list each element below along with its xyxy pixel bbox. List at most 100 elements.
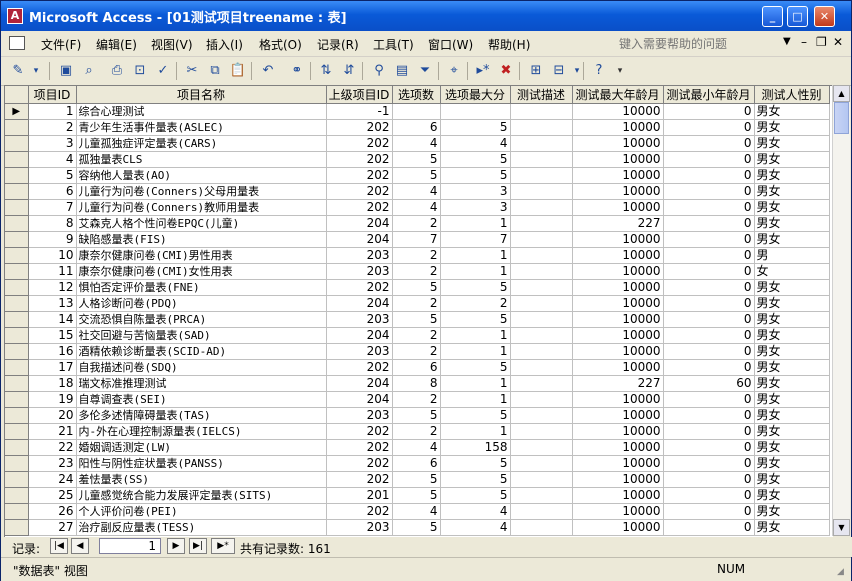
table-cell[interactable]: 202 (326, 423, 393, 440)
table-cell[interactable]: 9 (28, 231, 77, 248)
table-cell[interactable]: 0 (663, 183, 755, 200)
table-cell[interactable]: 男女 (754, 119, 830, 136)
table-cell[interactable]: 25 (28, 487, 77, 504)
table-cell[interactable]: 女 (754, 263, 830, 280)
table-cell[interactable]: 男女 (754, 167, 830, 184)
table-cell[interactable]: 0 (663, 391, 755, 408)
table-cell[interactable] (510, 359, 573, 376)
table-cell[interactable]: 0 (663, 215, 755, 232)
menu-edit[interactable]: 编辑(E) (96, 36, 137, 53)
column-header[interactable]: 测试最大年龄月 (572, 86, 664, 104)
table-cell[interactable]: 21 (28, 423, 77, 440)
row-selector[interactable] (5, 327, 29, 344)
table-cell[interactable]: 1 (440, 375, 511, 392)
table-cell[interactable]: 2 (392, 247, 441, 264)
design-view-icon[interactable]: ✎ (9, 62, 27, 80)
title-bar[interactable]: A Microsoft Access - [01测试项目treename : 表… (1, 1, 851, 31)
minimize-button[interactable]: _ (762, 6, 783, 27)
cut-icon[interactable]: ✂ (183, 62, 201, 80)
table-cell[interactable] (510, 263, 573, 280)
table-cell[interactable] (510, 231, 573, 248)
table-cell[interactable]: 10000 (572, 439, 664, 456)
table-cell[interactable]: 202 (326, 199, 393, 216)
table-cell[interactable]: 203 (326, 247, 393, 264)
file-search-icon[interactable]: ⌕ (80, 62, 98, 80)
new-record-icon[interactable]: ▸* (474, 62, 492, 80)
table-cell[interactable]: 男女 (754, 311, 830, 328)
table-cell[interactable]: 0 (663, 455, 755, 472)
table-cell[interactable]: 1 (440, 343, 511, 360)
table-cell[interactable]: 10000 (572, 311, 664, 328)
table-cell[interactable] (510, 391, 573, 408)
table-cell[interactable] (510, 407, 573, 424)
table-cell[interactable]: 5 (392, 167, 441, 184)
table-cell[interactable]: 202 (326, 503, 393, 520)
table-cell[interactable]: 14 (28, 311, 77, 328)
table-cell[interactable]: 康奈尔健康问卷(CMI)男性用表 (76, 247, 327, 264)
table-row[interactable]: 22 婚姻调适测定(LW) 202 4 158 10000 0 男女 (5, 439, 830, 456)
sort-descending-icon[interactable]: ⇵ (340, 62, 358, 80)
table-cell[interactable]: 10000 (572, 263, 664, 280)
table-row[interactable]: 26 个人评价问卷(PEI) 202 4 4 10000 0 男女 (5, 503, 830, 520)
menu-insert[interactable]: 插入(I) (206, 36, 243, 53)
table-cell[interactable]: 惧怕否定评价量表(FNE) (76, 279, 327, 296)
table-cell[interactable]: 6 (28, 183, 77, 200)
table-cell[interactable]: 6 (392, 455, 441, 472)
table-cell[interactable]: 4 (440, 135, 511, 152)
row-selector[interactable] (5, 487, 29, 504)
row-selector[interactable] (5, 519, 29, 536)
row-selector[interactable] (5, 119, 29, 136)
table-cell[interactable]: 2 (392, 263, 441, 280)
menu-file[interactable]: 文件(F) (41, 36, 81, 53)
help-dropdown-icon[interactable]: ▼ (783, 36, 791, 47)
table-row[interactable]: 17 自我描述问卷(SDQ) 202 6 5 10000 0 男女 (5, 359, 830, 376)
column-header[interactable]: 测试人性别 (754, 86, 830, 104)
column-header[interactable]: 测试最小年龄月 (663, 86, 755, 104)
table-cell[interactable]: 202 (326, 183, 393, 200)
table-cell[interactable]: 0 (663, 487, 755, 504)
table-cell[interactable]: 202 (326, 359, 393, 376)
table-cell[interactable]: 0 (663, 103, 755, 120)
table-cell[interactable]: 4 (392, 135, 441, 152)
table-cell[interactable] (510, 455, 573, 472)
child-minimize-button[interactable]: – (801, 35, 807, 49)
table-cell[interactable]: 男女 (754, 375, 830, 392)
table-cell[interactable]: 5 (440, 471, 511, 488)
table-cell[interactable] (510, 503, 573, 520)
row-selector[interactable] (5, 279, 29, 296)
table-cell[interactable]: 5 (28, 167, 77, 184)
table-cell[interactable]: 0 (663, 247, 755, 264)
table-cell[interactable]: 0 (663, 231, 755, 248)
apply-filter-icon[interactable]: ⏷ (416, 62, 434, 80)
table-cell[interactable]: 7 (392, 231, 441, 248)
table-row[interactable]: 12 惧怕否定评价量表(FNE) 202 5 5 10000 0 男女 (5, 279, 830, 296)
table-cell[interactable]: 201 (326, 487, 393, 504)
table-cell[interactable]: 202 (326, 439, 393, 456)
table-cell[interactable]: 男女 (754, 199, 830, 216)
table-cell[interactable]: 10000 (572, 519, 664, 536)
table-row[interactable]: 20 多伦多述情障碍量表(TAS) 203 5 5 10000 0 男女 (5, 407, 830, 424)
table-cell[interactable]: 2 (392, 327, 441, 344)
table-cell[interactable]: 男女 (754, 231, 830, 248)
table-cell[interactable]: 202 (326, 279, 393, 296)
table-cell[interactable]: 5 (440, 151, 511, 168)
table-cell[interactable] (510, 199, 573, 216)
table-cell[interactable]: 8 (28, 215, 77, 232)
table-cell[interactable]: 0 (663, 327, 755, 344)
filter-by-selection-icon[interactable]: ⚲ (370, 62, 388, 80)
table-cell[interactable]: 交流恐惧自陈量表(PRCA) (76, 311, 327, 328)
table-cell[interactable]: 13 (28, 295, 77, 312)
table-cell[interactable]: 0 (663, 279, 755, 296)
table-row[interactable]: 19 自尊调查表(SEI) 204 2 1 10000 0 男女 (5, 391, 830, 408)
menu-window[interactable]: 窗口(W) (428, 36, 473, 53)
table-cell[interactable]: 男女 (754, 487, 830, 504)
table-cell[interactable]: 2 (392, 295, 441, 312)
table-cell[interactable]: 22 (28, 439, 77, 456)
row-selector[interactable] (5, 407, 29, 424)
table-cell[interactable]: 204 (326, 327, 393, 344)
table-cell[interactable]: 1 (440, 423, 511, 440)
menu-format[interactable]: 格式(O) (259, 36, 302, 53)
row-selector-header[interactable] (5, 86, 29, 104)
table-cell[interactable] (510, 343, 573, 360)
table-cell[interactable]: 10000 (572, 407, 664, 424)
